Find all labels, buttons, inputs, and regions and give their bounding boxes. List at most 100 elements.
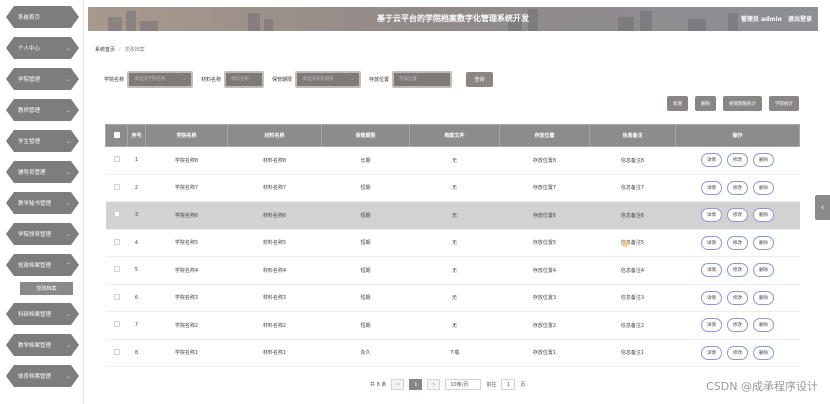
row-delete-button[interactable]: 删除 xyxy=(753,290,774,305)
material-label: 材料名称 xyxy=(201,76,222,83)
location-input[interactable]: 存放位置 xyxy=(392,70,453,88)
detail-button[interactable]: 详情 xyxy=(701,318,722,333)
row-checkbox[interactable] xyxy=(105,146,128,175)
cell-no: 2 xyxy=(127,174,146,202)
goto-input[interactable]: 1 xyxy=(501,379,516,390)
collapse-panel-button[interactable]: ‹ xyxy=(815,195,830,220)
user-role: 管理员 admin xyxy=(740,16,782,23)
cell-ops: 详情 修改 删除 xyxy=(675,339,800,367)
detail-button[interactable]: 详情 xyxy=(701,345,722,360)
sidebar-item-label: 个人中心 xyxy=(18,46,41,52)
sidebar-item-label: 学院管理 xyxy=(18,77,41,83)
row-delete-button[interactable]: 删除 xyxy=(753,208,774,223)
edit-button[interactable]: 修改 xyxy=(727,318,748,333)
edit-button[interactable]: 修改 xyxy=(727,345,748,360)
detail-button[interactable]: 详情 xyxy=(701,263,722,278)
sidebar-item[interactable]: 学院领导管理 ⌄ xyxy=(6,223,79,245)
delete-button[interactable]: 删除 xyxy=(695,96,716,111)
table-row[interactable]: 4 学院名称5 材料名称5 短期无存放位置5 信息备注5 详情 修改 删除 xyxy=(105,229,800,257)
period-select[interactable]: 请选择保管期限 ⌄ xyxy=(295,70,362,88)
prev-page-button[interactable]: < xyxy=(391,379,405,390)
cell-remark: 信息备注5 xyxy=(589,229,676,257)
detail-button[interactable]: 详情 xyxy=(701,235,722,250)
row-delete-button[interactable]: 删除 xyxy=(753,318,774,333)
edit-button[interactable]: 修改 xyxy=(727,153,748,168)
current-page[interactable]: 1 xyxy=(409,379,423,390)
detail-button[interactable]: 详情 xyxy=(701,153,722,168)
search-button[interactable]: 查询 xyxy=(466,71,494,87)
detail-button[interactable]: 详情 xyxy=(701,208,722,223)
row-checkbox[interactable] xyxy=(105,174,128,202)
sidebar-item[interactable]: 教学秘书管理 ⌄ xyxy=(6,192,79,214)
edit-button[interactable]: 修改 xyxy=(727,208,748,223)
sidebar-item[interactable]: 学生管理 ⌄ xyxy=(6,130,79,152)
cell-period: 短期 xyxy=(321,174,410,202)
detail-button[interactable]: 详情 xyxy=(701,290,722,305)
cell-remark: 信息备注4 xyxy=(589,256,676,285)
sidebar-item[interactable]: 体育档案管理 ⌄ xyxy=(6,365,79,387)
period-stats-button[interactable]: 保管期限统计 xyxy=(723,96,762,111)
detail-button[interactable]: 详情 xyxy=(701,180,722,195)
table-row[interactable]: 5 学院名称4 材料名称4 短期无存放位置4 信息备注4 详情 修改 删除 xyxy=(105,256,800,285)
edit-button[interactable]: 修改 xyxy=(727,180,748,195)
sidebar-item[interactable]: 个人中心 ⌄ xyxy=(6,37,79,59)
chevron-down-icon: ⌄ xyxy=(182,76,187,82)
chevron-icon: ⌄ xyxy=(65,372,71,380)
cell-period: 长期 xyxy=(321,146,410,175)
table-row[interactable]: 8 学院名称1 材料名称1 永久 下载 存放位置1 信息备注1 详情 修改 删除 xyxy=(105,339,800,367)
edit-button[interactable]: 修改 xyxy=(727,290,748,305)
row-delete-button[interactable]: 删除 xyxy=(753,153,774,168)
chevron-icon: ⌄ xyxy=(65,137,71,145)
cell-material: 材料名称3 xyxy=(227,284,322,312)
edit-button[interactable]: 修改 xyxy=(727,235,748,250)
breadcrumb-home[interactable]: 系统首页 xyxy=(95,47,115,53)
sidebar-subitem-active[interactable]: 党政档案 xyxy=(20,282,73,295)
row-checkbox[interactable] xyxy=(105,229,128,257)
table-row[interactable]: 3 学院名称6 材料名称6 短期无存放位置6 信息备注6 详情 修改 删除 xyxy=(105,201,800,230)
col-header-college: 学院名称 xyxy=(145,124,228,147)
breadcrumb: 系统首页 / 党政档案 xyxy=(95,47,145,53)
material-input[interactable]: 材料名称 xyxy=(224,70,265,88)
sidebar-item-label: 学生管理 xyxy=(18,139,41,145)
row-checkbox[interactable] xyxy=(105,201,128,230)
table-row[interactable]: 7 学院名称2 材料名称2 短期无存放位置2 信息备注2 详情 修改 删除 xyxy=(105,311,800,340)
sidebar-item[interactable]: 科研档案管理 ⌄ xyxy=(6,303,79,325)
row-checkbox[interactable] xyxy=(105,256,128,285)
cell-material: 材料名称8 xyxy=(227,146,322,175)
sidebar-item[interactable]: 系统首页 xyxy=(6,6,79,28)
sidebar-item[interactable]: 辅导员管理 ⌄ xyxy=(6,161,79,183)
college-stats-button[interactable]: 学院统计 xyxy=(769,96,799,111)
college-select[interactable]: 请选择学院名称 ⌄ xyxy=(127,70,194,88)
chevron-icon: ⌄ xyxy=(65,310,71,318)
sidebar-item[interactable]: 教学档案管理 ⌄ xyxy=(6,334,79,356)
sidebar-item[interactable]: 教师管理 ⌄ xyxy=(6,99,79,121)
row-checkbox[interactable] xyxy=(105,339,128,367)
table-row[interactable]: 2 学院名称7 材料名称7 短期无存放位置7 信息备注7 详情 修改 删除 xyxy=(105,174,800,202)
row-checkbox[interactable] xyxy=(105,284,128,312)
logout-link[interactable]: 退出登录 xyxy=(788,16,812,23)
select-all-checkbox[interactable] xyxy=(105,124,128,147)
next-page-button[interactable]: > xyxy=(427,379,441,390)
cell-location: 存放位置4 xyxy=(499,256,590,285)
cell-remark: 信息备注6 xyxy=(589,201,676,230)
row-delete-button[interactable]: 删除 xyxy=(753,345,774,360)
table-row[interactable]: 6 学院名称3 材料名称3 短期无存放位置3 信息备注3 详情 修改 删除 xyxy=(105,284,800,312)
mouse-cursor-highlight xyxy=(622,241,628,247)
row-delete-button[interactable]: 删除 xyxy=(753,180,774,195)
sidebar-item[interactable]: 学院管理 ⌄ xyxy=(6,68,79,90)
add-button[interactable]: 新增 xyxy=(667,96,688,111)
row-checkbox[interactable] xyxy=(105,311,128,340)
cell-ops: 详情 修改 删除 xyxy=(675,284,800,312)
cell-ops: 详情 修改 删除 xyxy=(675,311,800,340)
cell-file: 无 xyxy=(409,311,500,340)
cell-location: 存放位置7 xyxy=(499,174,590,202)
cell-material: 材料名称2 xyxy=(227,311,322,340)
table-row[interactable]: 1 学院名称8 材料名称8 长期无存放位置8 信息备注8 详情 修改 删除 xyxy=(105,146,800,175)
cell-period: 永久 xyxy=(321,339,410,367)
cell-file[interactable]: 下载 xyxy=(409,339,500,367)
row-delete-button[interactable]: 删除 xyxy=(753,263,774,278)
page-size-select[interactable]: 10条/页 xyxy=(445,379,482,390)
sidebar-item[interactable]: 党政档案管理 ⌃ xyxy=(6,254,79,276)
row-delete-button[interactable]: 删除 xyxy=(753,235,774,250)
edit-button[interactable]: 修改 xyxy=(727,263,748,278)
